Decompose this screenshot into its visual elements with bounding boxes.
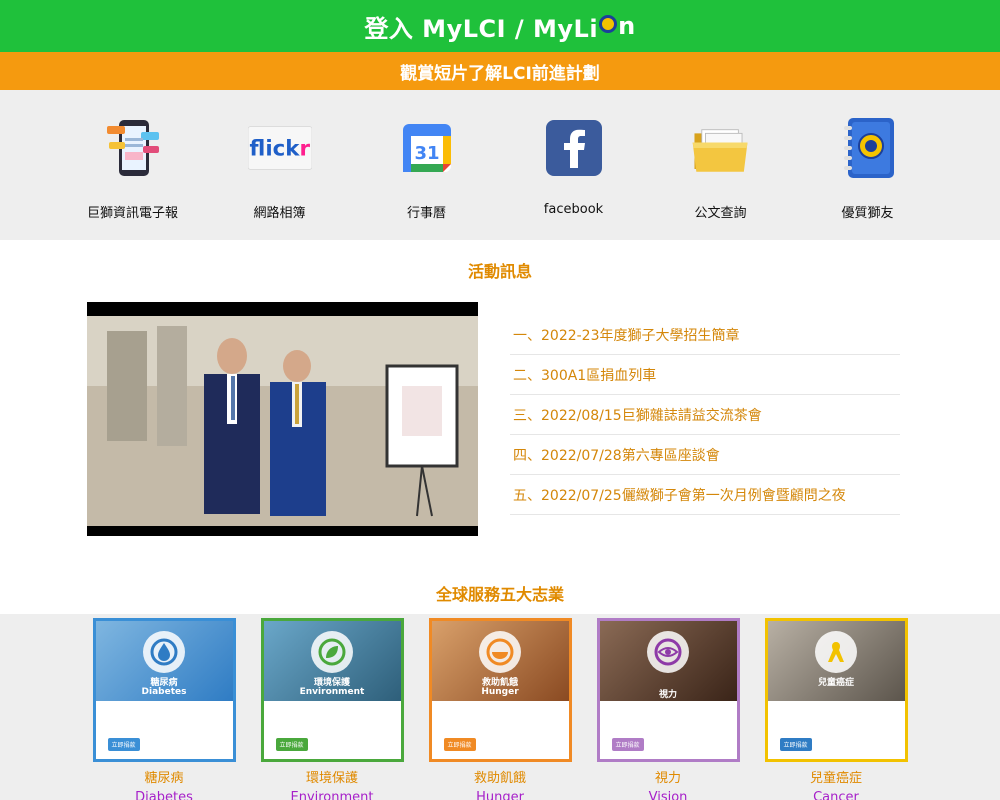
gold-ribbon-icon [815,631,857,673]
cause-photo: 救助飢餓 Hunger [431,621,569,701]
cause-label-en: Environment [290,790,374,800]
cause-hunger[interactable]: 救助飢餓 Hunger 立即捐款 救助飢餓 Hunger [416,614,584,800]
donate-button[interactable]: 立即捐款 [443,738,476,751]
quick-link-label: 優質獅友 [841,206,894,221]
login-text: 登入 MyLCI / MyLi [364,14,599,43]
facebook-logo-icon [542,116,606,180]
cause-card: 糖尿病 Diabetes 立即捐款 [92,618,236,762]
cause-label-zh: 視力 [654,771,681,786]
cause-photo: 糖尿病 Diabetes [95,621,233,701]
donate-button[interactable]: 立即捐款 [611,738,644,751]
leaf-icon [311,631,353,673]
cause-badge-zh: 視力 [658,690,677,700]
cause-label-zh: 糖尿病 [144,771,184,786]
quick-link-quality-lions[interactable]: 優質獅友 [794,90,941,240]
news-item[interactable]: 五、2022/07/25儷緻獅子會第一次月例會暨顧問之夜 [510,475,900,515]
cause-card: 視力 立即捐款 [596,618,740,762]
cause-photo: 視力 [599,621,737,701]
cause-vision[interactable]: 視力 立即捐款 視力 Vision [584,614,752,800]
cause-photo: 兒童癌症 [767,621,905,701]
donate-button[interactable]: 立即捐款 [275,738,308,751]
causes-section: 糖尿病 Diabetes 立即捐款 糖尿病 Diabetes 環境保護 Envi… [0,614,1000,800]
quick-link-documents[interactable]: 公文查詢 [647,90,794,240]
cause-description [96,701,233,741]
quick-link-label: 行事曆 [406,206,446,221]
banner-label: 觀賞短片了解LCI前進計劃 [400,63,600,84]
cause-label-zh: 救助飢餓 [473,771,526,786]
events-section: 一、2022-23年度獅子大學招生簡章 二、300A1區捐血列車 三、2022/… [0,302,1000,536]
cause-description [600,701,737,741]
cause-description [432,701,569,741]
events-title: 活動訊息 [467,262,532,281]
news-item[interactable]: 二、300A1區捐血列車 [510,355,900,395]
cause-label-zh: 環境保護 [305,771,358,786]
quick-link-flickr[interactable]: flickr 網路相簿 [206,90,353,240]
bowl-icon [479,631,521,673]
quick-links: 巨獅資訊電子報 flickr 網路相簿 31 行事曆 facebook 公文查詢… [0,90,1000,240]
login-mylci-link[interactable]: 登入 MyLCI / MyLi n [0,0,1000,52]
news-item[interactable]: 四、2022/07/28第六專區座談會 [510,435,900,475]
cause-badge-zh: 兒童癌症 [817,678,854,688]
cause-label-en: Hunger [476,790,524,800]
eye-icon [647,631,689,673]
cause-childhood-cancer[interactable]: 兒童癌症 立即捐款 兒童癌症 Cancer [752,614,920,800]
lions-address-book-icon [836,116,900,180]
donate-button[interactable]: 立即捐款 [107,738,140,751]
quick-link-facebook[interactable]: facebook [500,90,647,240]
svg-text:flickr: flickr [249,137,310,162]
quick-link-newsletter[interactable]: 巨獅資訊電子報 [59,90,206,240]
quick-link-label: 網路相簿 [253,206,306,221]
login-text-end: n [618,12,636,40]
cause-card: 環境保護 Environment 立即捐款 [260,618,404,762]
cause-label-en: Cancer [813,790,859,800]
news-list: 一、2022-23年度獅子大學招生簡章 二、300A1區捐血列車 三、2022/… [510,302,900,536]
lci-video-banner[interactable]: 觀賞短片了解LCI前進計劃 [0,52,1000,90]
cause-label-en: Vision [648,790,688,800]
quick-link-label: 公文查詢 [694,206,747,221]
news-item[interactable]: 一、2022-23年度獅子大學招生簡章 [510,315,900,355]
cause-badge-en: Diabetes [141,687,187,697]
svg-text:31: 31 [414,143,439,164]
cause-badge-en: Environment [299,687,365,697]
quick-link-calendar[interactable]: 31 行事曆 [353,90,500,240]
cause-description [768,701,905,741]
cause-label-zh: 兒童癌症 [809,771,862,786]
event-photo[interactable] [87,302,478,536]
news-item[interactable]: 三、2022/08/15巨獅雜誌請益交流茶會 [510,395,900,435]
calendar-31-icon: 31 [395,116,459,180]
cause-diabetes[interactable]: 糖尿病 Diabetes 立即捐款 糖尿病 Diabetes [80,614,248,800]
cause-card: 兒童癌症 立即捐款 [764,618,908,762]
donate-button[interactable]: 立即捐款 [779,738,812,751]
lions-logo-icon [599,15,618,33]
quick-link-label: facebook [543,202,604,217]
newsletter-phone-icon [101,116,165,180]
flickr-logo-icon: flickr [247,116,312,180]
folders-icon [689,116,753,180]
causes-title: 全球服務五大志業 [435,585,564,604]
cause-label-en: Diabetes [135,790,193,800]
quick-link-label: 巨獅資訊電子報 [86,206,178,221]
cause-badge-en: Hunger [481,687,519,697]
cause-environment[interactable]: 環境保護 Environment 立即捐款 環境保護 Environment [248,614,416,800]
diabetes-icon [143,631,185,673]
cause-card: 救助飢餓 Hunger 立即捐款 [428,618,572,762]
cause-photo: 環境保護 Environment [263,621,401,701]
cause-description [264,701,401,741]
